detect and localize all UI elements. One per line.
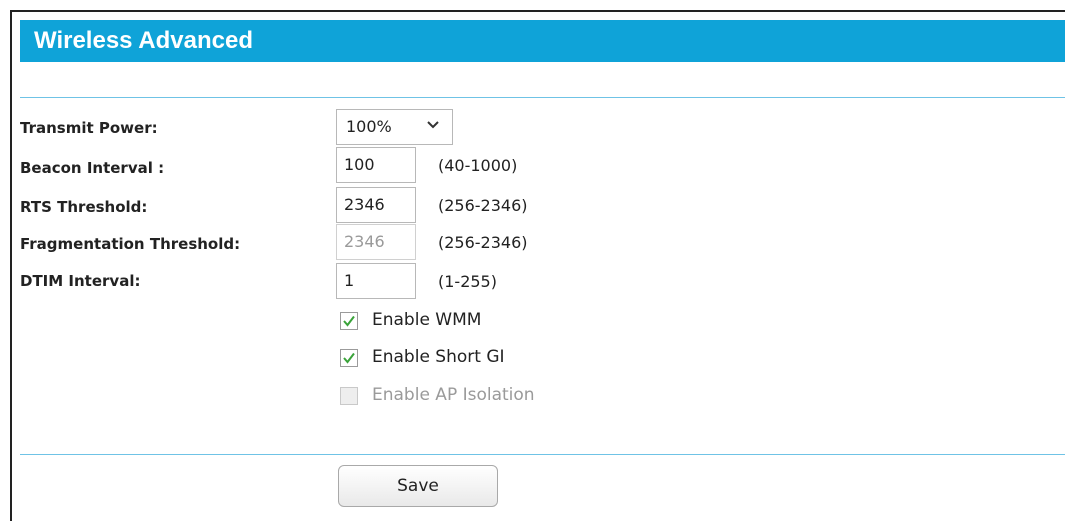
enable-ap-isolation-checkbox: [340, 387, 358, 405]
rts-threshold-input[interactable]: 2346: [336, 187, 416, 223]
bottom-divider: [20, 454, 1065, 455]
transmit-power-value: 100%: [346, 117, 392, 136]
checkmark-icon: [343, 352, 355, 364]
dtim-interval-range: (1-255): [438, 272, 497, 291]
enable-short-gi-label: Enable Short GI: [372, 347, 505, 367]
transmit-power-label: Transmit Power:: [20, 119, 158, 137]
fragmentation-threshold-range: (256-2346): [438, 233, 528, 252]
transmit-power-select[interactable]: 100%: [336, 109, 453, 145]
top-divider: [20, 97, 1065, 98]
enable-short-gi-checkbox[interactable]: [340, 349, 358, 367]
chevron-down-icon: [426, 110, 440, 153]
page-title: Wireless Advanced: [20, 20, 1065, 62]
rts-threshold-range: (256-2346): [438, 196, 528, 215]
rts-threshold-label: RTS Threshold:: [20, 198, 148, 216]
beacon-interval-label: Beacon Interval :: [20, 159, 165, 177]
dtim-interval-label: DTIM Interval:: [20, 272, 141, 290]
enable-wmm-checkbox[interactable]: [340, 312, 358, 330]
save-button[interactable]: Save: [338, 465, 498, 507]
checkmark-icon: [343, 315, 355, 327]
fragmentation-threshold-label: Fragmentation Threshold:: [20, 235, 241, 253]
beacon-interval-input[interactable]: 100: [336, 147, 416, 183]
enable-ap-isolation-label: Enable AP Isolation: [372, 385, 535, 405]
fragmentation-threshold-input: 2346: [336, 224, 416, 260]
beacon-interval-range: (40-1000): [438, 156, 518, 175]
enable-wmm-label: Enable WMM: [372, 310, 482, 330]
page-frame: [10, 10, 1065, 521]
dtim-interval-input[interactable]: 1: [336, 263, 416, 299]
